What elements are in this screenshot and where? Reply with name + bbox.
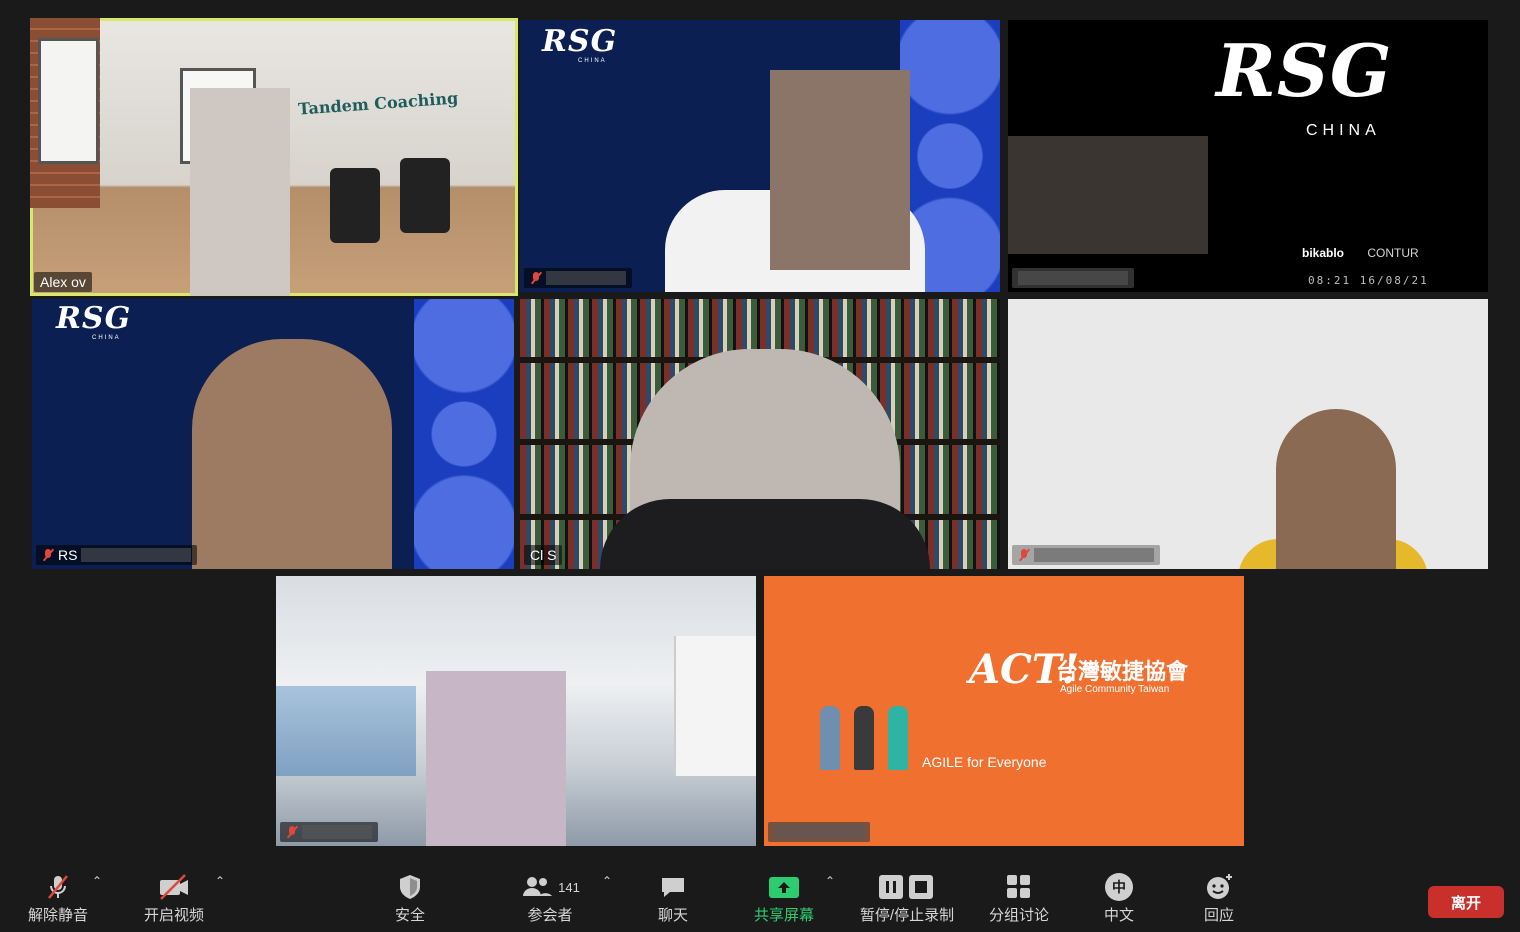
muted-mic-icon [42,548,54,562]
video-options-chevron-icon[interactable]: ⌃ [215,874,225,888]
rsg-logo: RSG [542,24,618,59]
background-wave [414,299,514,569]
meeting-toolbar: 解除静音 ⌃ 开启视频 ⌃ 安全 141 参会者 ⌃ 聊天 共享屏幕 ⌃ 暂停/… [0,862,1520,932]
language-button[interactable]: 中 中文 [1094,870,1144,928]
participants-options-chevron-icon[interactable]: ⌃ [602,874,612,888]
chat-button[interactable]: 聊天 [645,870,701,928]
leave-meeting-button[interactable]: 离开 [1428,886,1504,918]
rsg-logo: RSG [56,301,132,336]
video-off-icon [157,870,191,904]
muted-microphone-icon [43,870,73,904]
blurred-participant [1276,409,1396,569]
fox-character-icon [820,706,840,770]
redacted-name [81,548,192,562]
video-tile-1[interactable]: Tandem Coaching Alex ov [30,18,518,296]
redacted-name [546,271,626,285]
participant-name-tag: Alex ov [34,272,92,292]
participant-name-tag [524,268,632,288]
security-button[interactable]: 安全 [380,870,440,928]
video-tile-4[interactable]: RSG CHINA RS [32,299,514,569]
redacted-name [1034,548,1154,562]
share-screen-icon [767,870,801,904]
act-tagline: AGILE for Everyone [922,754,1047,770]
reactions-button[interactable]: 回应 [1194,870,1244,928]
blurred-participant [192,339,392,569]
reactions-label: 回应 [1203,907,1234,924]
muted-mic-icon [286,825,298,839]
unmute-label: 解除静音 [27,907,88,924]
muted-mic-icon [530,271,542,285]
chair [400,158,450,233]
fox-character-icon [888,706,908,770]
participants-count: 141 [558,879,580,895]
participant-name-tag [1012,545,1160,565]
share-screen-button[interactable]: 共享屏幕 [746,870,822,928]
breakout-rooms-button[interactable]: 分组讨论 [984,870,1054,928]
start-video-label: 开启视频 [143,907,204,924]
participant-jacket [600,499,930,569]
act-chinese-title: 台灣敏捷協會 [1056,659,1189,684]
video-grid: Tandem Coaching Alex ov RSG CHINA RSG CH… [0,0,1520,862]
redacted-name [1018,271,1128,285]
rsg-logo-sub: CHINA [92,335,121,341]
chat-label: 聊天 [657,907,688,924]
video-tile-5[interactable]: Cl S [520,299,1000,569]
window [38,38,99,164]
video-tile-7[interactable] [276,576,756,846]
redacted-name [302,825,372,839]
muted-mic-icon [1018,548,1030,562]
participant-name-tag: Cl S [524,545,563,565]
act-english-title: Agile Community Taiwan [1060,684,1170,695]
video-tile-8[interactable]: ACT! 台灣敏捷協會 Agile Community Taiwan AGILE… [764,576,1244,846]
language-label: 中文 [1103,907,1134,924]
blurred-participant [190,88,290,296]
inset-video [1008,136,1208,254]
chat-bubble-icon [658,870,688,904]
participant-name-tag: RS [36,545,198,565]
video-tile-6[interactable] [1008,299,1488,569]
shield-icon [396,870,424,904]
pause-stop-icon [877,870,937,904]
start-video-button[interactable]: 开启视频 [138,870,210,928]
rsg-china-text: CHINA [1306,122,1381,139]
share-screen-label: 共享屏幕 [753,907,814,924]
participant-name-tag [1012,268,1134,288]
video-tile-3[interactable]: RSG CHINA bikablo CONTUR 08:21 16/08/21 [1008,20,1488,292]
breakout-label: 分组讨论 [988,907,1049,924]
video-tile-2[interactable]: RSG CHINA [520,20,1000,292]
chair [330,168,380,243]
unmute-button[interactable]: 解除静音 [22,870,94,928]
redacted-name [774,825,864,839]
fox-character-icon [854,706,874,770]
pause-stop-recording-button[interactable]: 暂停/停止录制 [852,870,962,928]
smiley-add-icon [1204,870,1234,904]
record-label: 暂停/停止录制 [859,907,955,924]
security-label: 安全 [394,907,425,924]
blurred-participant [770,70,910,270]
participant-name-tag [280,822,378,842]
rsg-logo: RSG [1216,28,1393,113]
participants-button[interactable]: 141 参会者 [510,870,590,928]
language-icon: 中 [1105,870,1133,904]
window-sea-view [276,686,416,776]
blurred-participant [426,671,566,846]
wall-sign: Tandem Coaching [297,88,459,119]
participant-name-tag [768,822,870,842]
share-options-chevron-icon[interactable]: ⌃ [825,874,835,888]
timestamp: 08:21 16/08/21 [1308,274,1429,287]
participants-label: 参会者 [527,907,573,924]
shelving [674,636,756,776]
audio-options-chevron-icon[interactable]: ⌃ [92,874,102,888]
breakout-grid-icon [1004,870,1034,904]
rsg-logo-sub: CHINA [578,58,607,64]
sponsor-logos: bikablo CONTUR [1302,246,1419,260]
participants-icon: 141 [520,870,580,904]
